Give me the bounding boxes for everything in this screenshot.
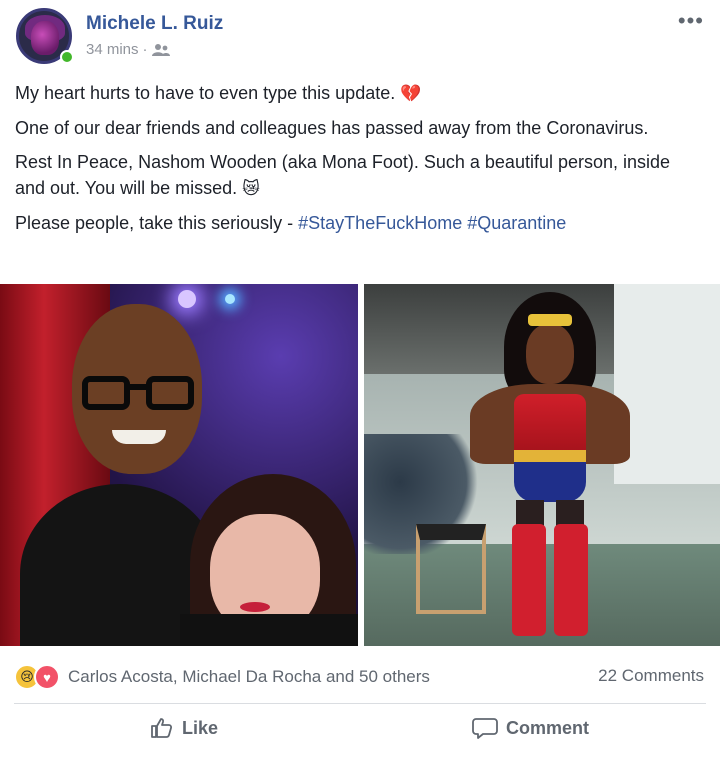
post-line-4-text: Please people, take this seriously - [15,213,299,233]
online-status-dot [60,50,74,64]
post-photo-right[interactable] [364,284,720,646]
post-line-3: Rest In Peace, Nashom Wooden (aka Mona F… [15,149,695,202]
post-line-1-text: My heart hurts to have to even type this… [15,83,396,103]
comments-count[interactable]: 22 Comments [598,666,704,686]
reactors-list[interactable]: Carlos Acosta, Michael Da Rocha and 50 o… [68,667,430,687]
hashtag-staythefuckhome[interactable]: #StayTheFuckHome [298,213,462,233]
comment-label: Comment [506,717,590,738]
post-timestamp[interactable]: 34 mins [86,41,139,58]
like-button[interactable]: Like [150,716,218,740]
love-reaction-icon: ♥ [34,664,60,690]
facebook-post: Michele L. Ruiz 34 mins · ••• My heart h… [0,0,720,763]
comment-button[interactable]: Comment [472,716,589,740]
more-options-icon[interactable]: ••• [678,8,704,34]
post-line-1: My heart hurts to have to even type this… [15,80,695,107]
like-label: Like [182,717,219,738]
meta-separator: · [142,41,148,58]
post-line-2: One of our dear friends and colleagues h… [15,118,649,138]
actions-divider [14,703,706,704]
reactions-summary[interactable]: 😢 ♥ Carlos Acosta, Michael Da Rocha and … [14,664,430,690]
post-line-4: Please people, take this seriously - #St… [15,210,695,236]
thumbs-up-icon [150,716,174,740]
post-line-3-text: Rest In Peace, Nashom Wooden (aka Mona F… [15,152,671,198]
hashtag-quarantine[interactable]: #Quarantine [467,213,566,233]
post-photo-left[interactable] [0,284,358,646]
post-meta: 34 mins · [86,41,170,58]
broken-heart-emoji-icon: 💔 [400,84,422,103]
comment-bubble-icon [472,716,498,740]
post-body: My heart hurts to have to even type this… [15,80,695,244]
friends-icon[interactable] [151,43,170,57]
author-name[interactable]: Michele L. Ruiz [86,13,223,35]
crying-cat-emoji-icon: 😿 [242,179,260,198]
